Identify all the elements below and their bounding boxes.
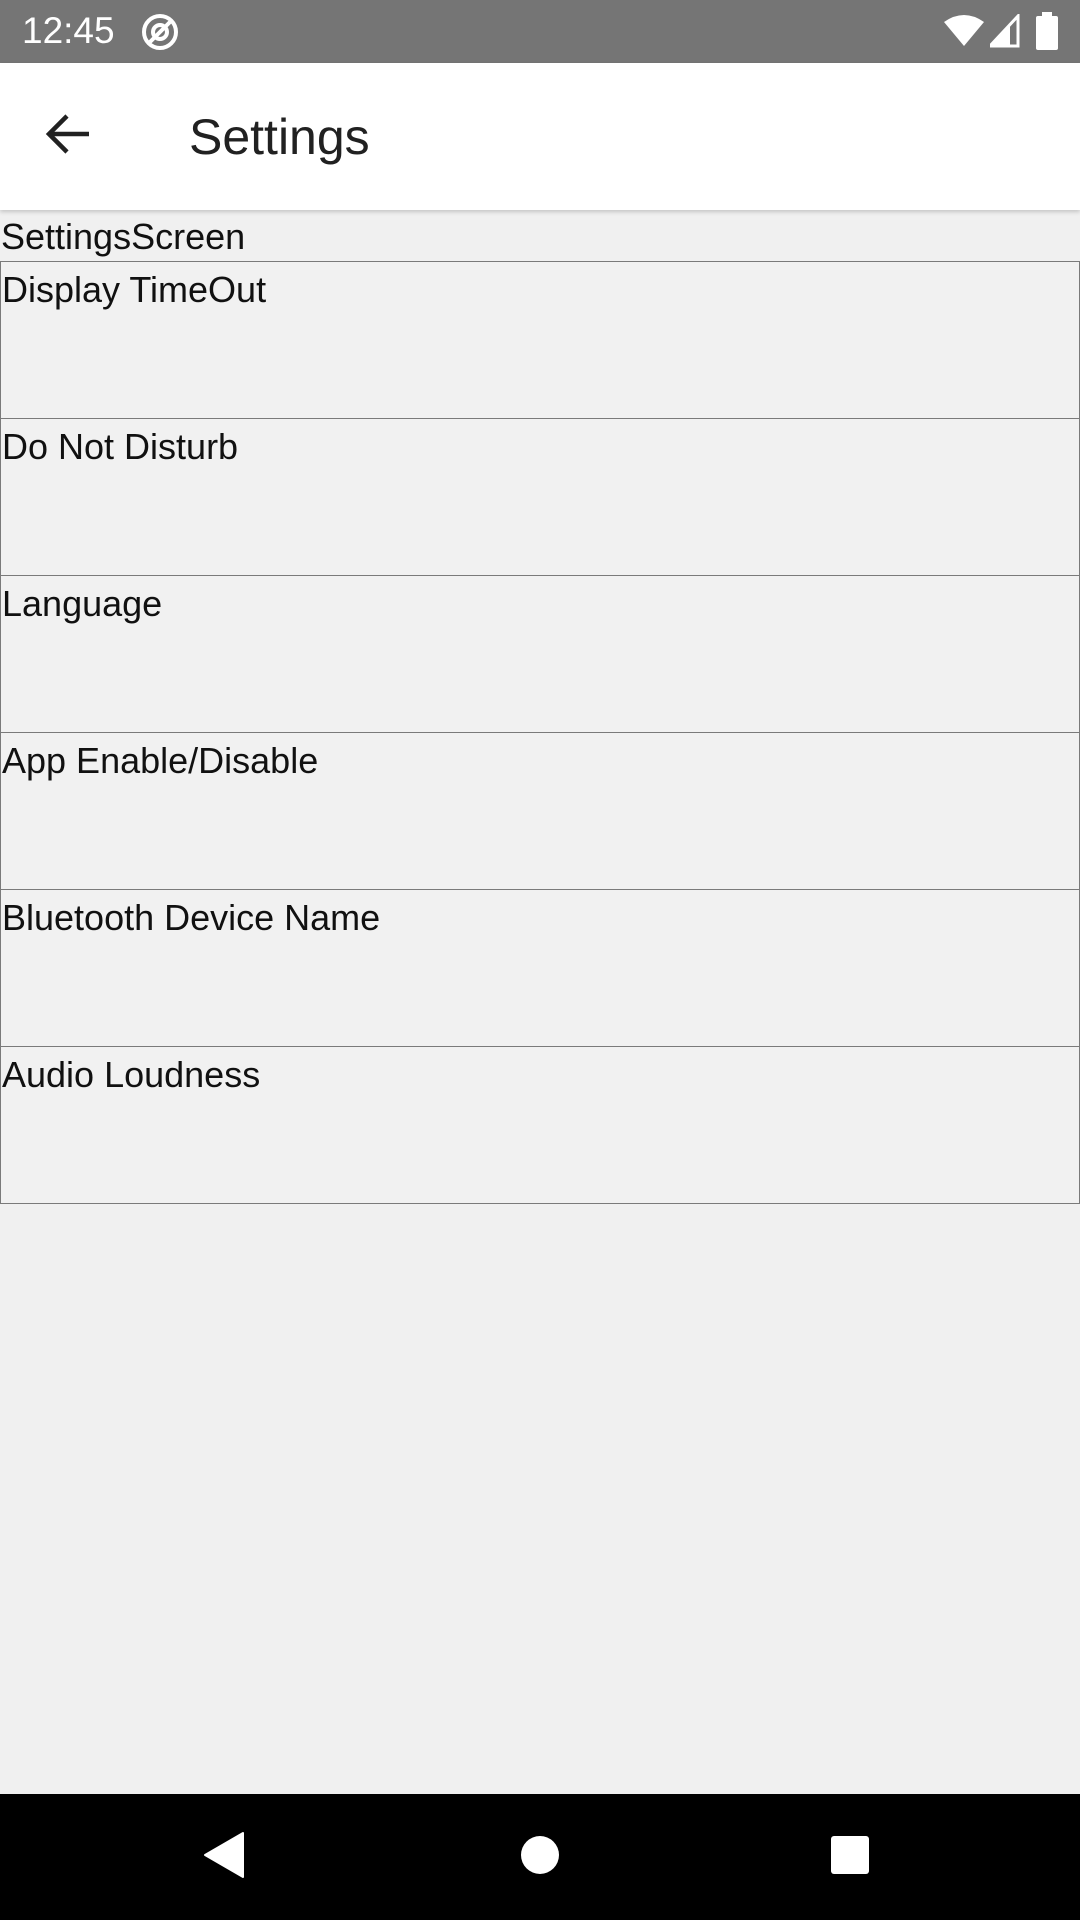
navigation-bar [0, 1794, 1080, 1920]
screen-label: SettingsScreen [1, 216, 246, 257]
settings-item-label: App Enable/Disable [2, 740, 319, 781]
settings-item-label: Audio Loudness [2, 1054, 261, 1095]
nav-back-button[interactable] [189, 1821, 261, 1893]
back-button[interactable] [24, 92, 112, 180]
wifi-icon [944, 14, 984, 53]
page-title: Settings [189, 109, 370, 165]
app-bar: Settings [0, 63, 1080, 210]
nav-recents-icon [830, 1835, 870, 1880]
at-sign-icon [140, 12, 180, 57]
settings-list: Display TimeOut Do Not Disturb Language … [0, 261, 1080, 1204]
nav-home-icon [520, 1835, 560, 1880]
status-time: 12:45 [22, 10, 115, 51]
status-bar: 12:45 [0, 0, 1080, 63]
settings-item-label: Do Not Disturb [2, 426, 239, 467]
settings-item-label: Display TimeOut [2, 269, 267, 310]
nav-back-icon [203, 1831, 247, 1884]
settings-item-display-timeout[interactable]: Display TimeOut [0, 261, 1080, 419]
nav-recents-button[interactable] [814, 1821, 886, 1893]
settings-item-label: Bluetooth Device Name [2, 897, 381, 938]
cellular-signal-icon [986, 12, 1020, 53]
settings-item-label: Language [2, 583, 163, 624]
settings-item-bluetooth-device-name[interactable]: Bluetooth Device Name [0, 889, 1080, 1047]
arrow-back-icon [45, 111, 91, 162]
settings-item-app-enable-disable[interactable]: App Enable/Disable [0, 732, 1080, 890]
nav-home-button[interactable] [504, 1821, 576, 1893]
settings-item-language[interactable]: Language [0, 575, 1080, 733]
battery-icon [1036, 12, 1058, 55]
settings-item-audio-loudness[interactable]: Audio Loudness [0, 1046, 1080, 1204]
settings-item-do-not-disturb[interactable]: Do Not Disturb [0, 418, 1080, 576]
